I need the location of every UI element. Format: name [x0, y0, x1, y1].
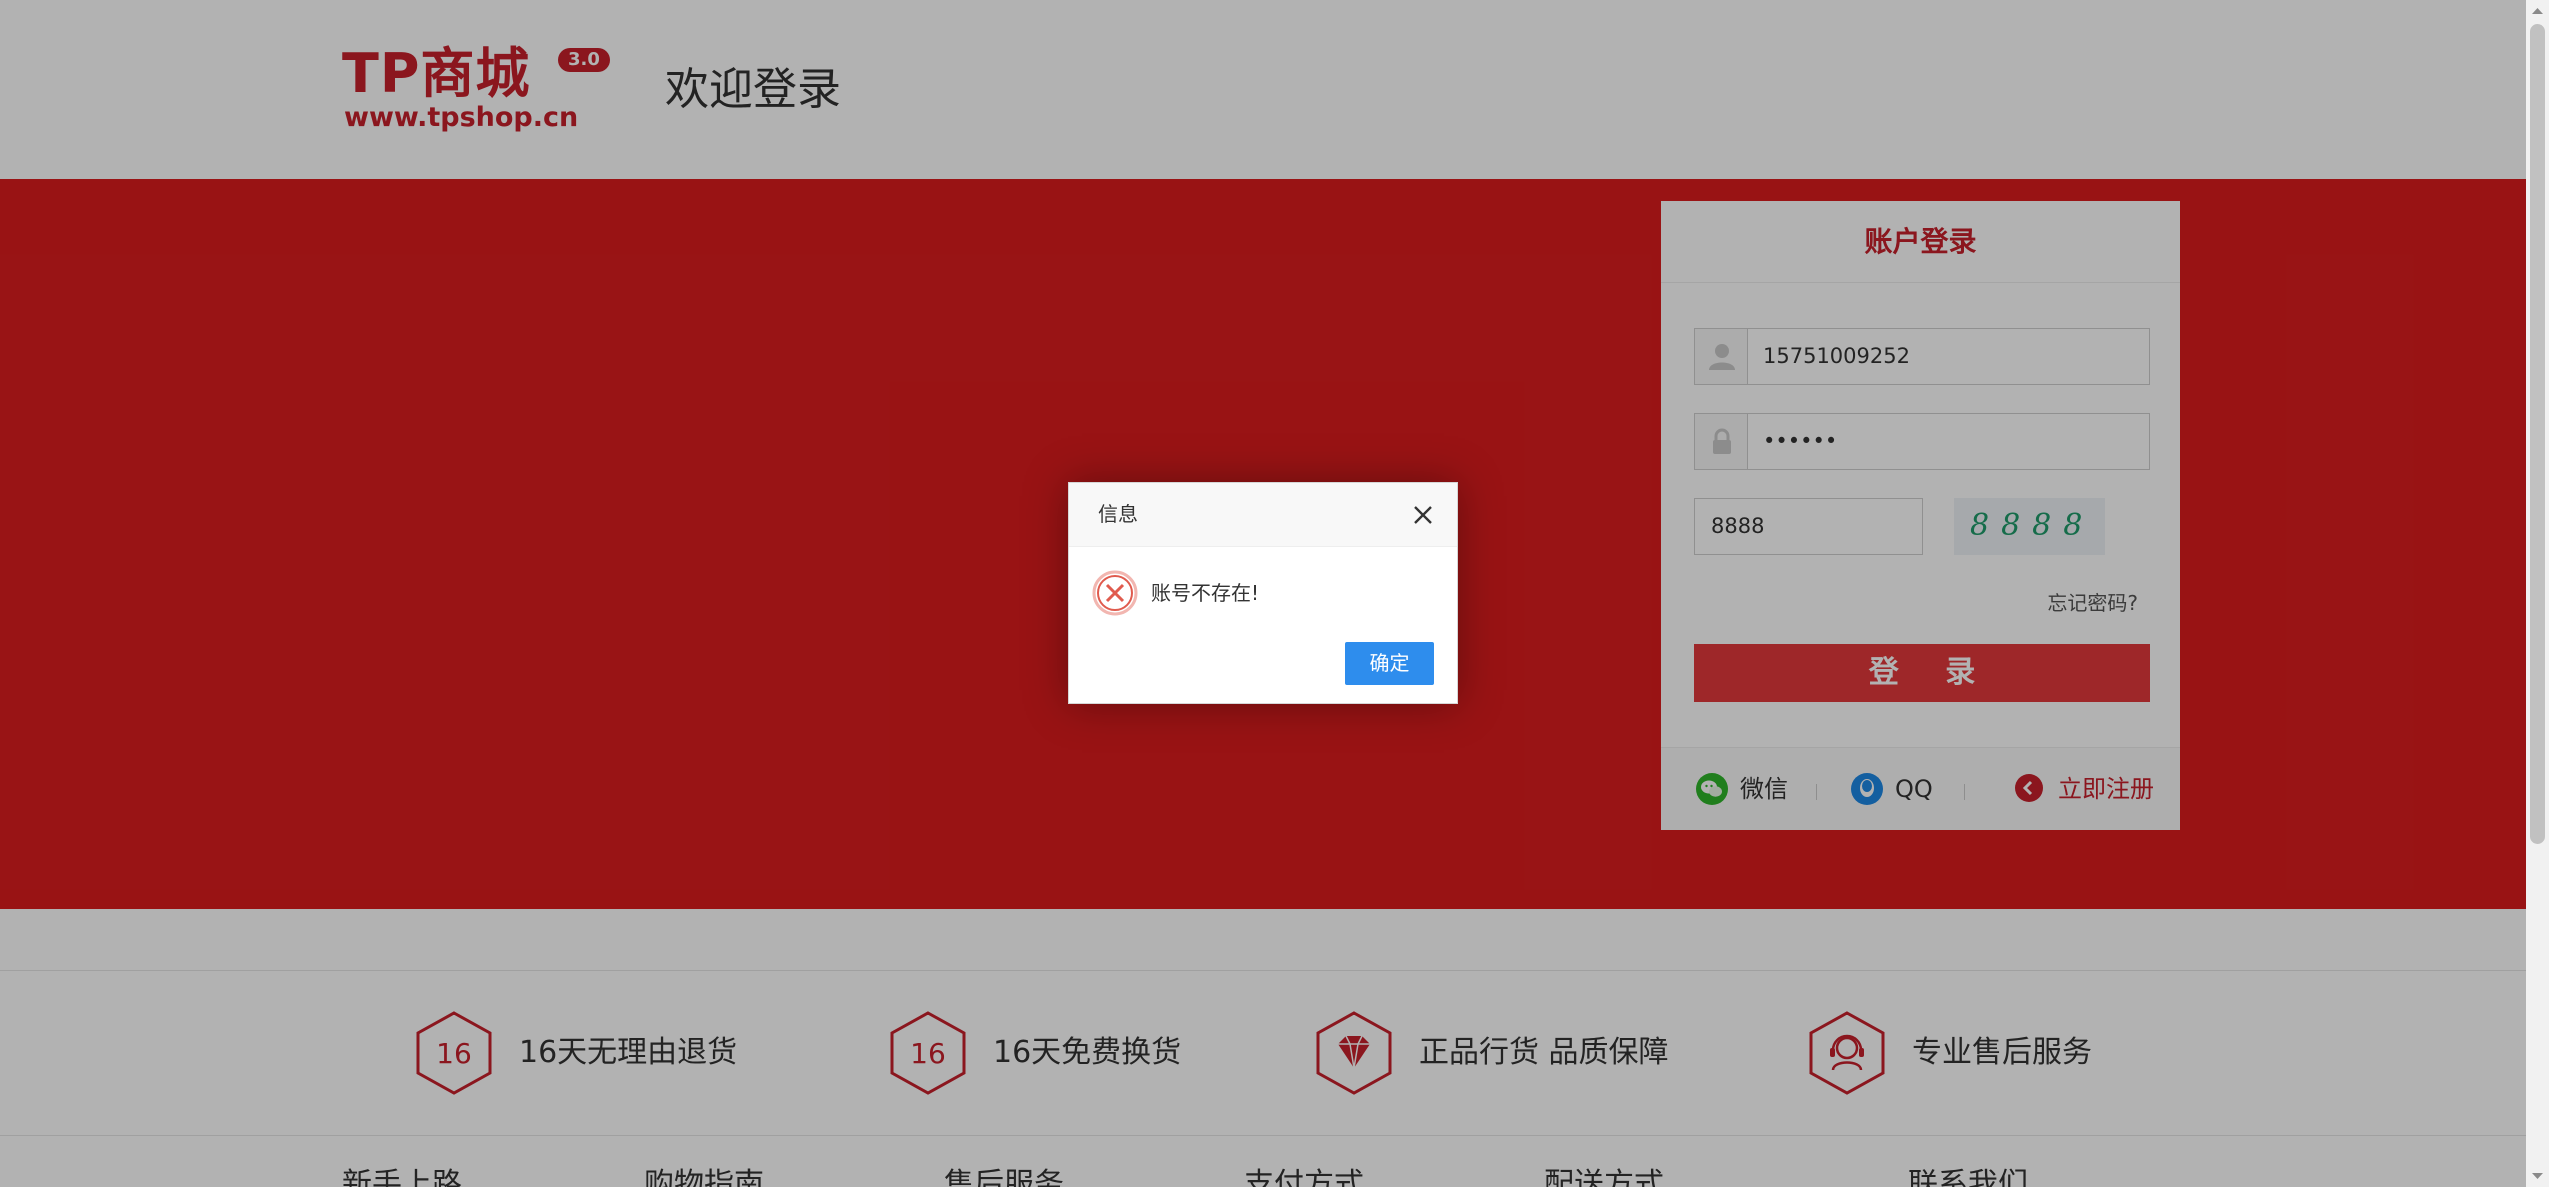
scrollbar-thumb[interactable] [2530, 24, 2545, 844]
dialog-message: 账号不存在! [1151, 581, 1260, 605]
dialog-title: 信息 [1098, 502, 1138, 526]
page: TP商城 3.0 www.tpshop.cn 欢迎登录 账户登录 1575100… [0, 0, 2526, 1187]
error-icon [1091, 569, 1139, 617]
close-icon[interactable] [1411, 503, 1435, 527]
scrollbar[interactable] [2526, 0, 2549, 1187]
message-dialog: 信息 账号不存在! 确定 [1068, 482, 1458, 704]
scroll-up-icon[interactable] [2526, 0, 2549, 23]
scroll-down-icon[interactable] [2526, 1164, 2549, 1187]
confirm-button[interactable]: 确定 [1345, 642, 1434, 685]
dialog-header: 信息 [1069, 483, 1457, 547]
